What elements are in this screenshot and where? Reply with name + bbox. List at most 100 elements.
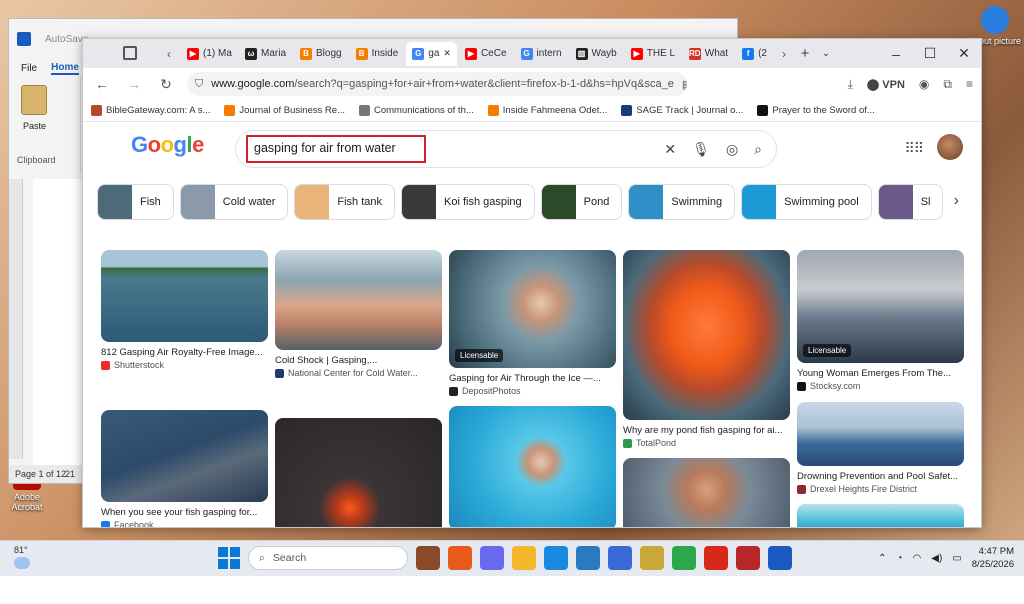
browser-tab[interactable]: f (2: [736, 42, 773, 66]
browser-tab[interactable]: Gintern: [515, 42, 568, 66]
result-thumbnail[interactable]: [101, 250, 268, 342]
downloads-icon[interactable]: ⤓: [848, 77, 853, 92]
result-caption[interactable]: When you see your fish gasping for...: [101, 507, 268, 518]
result-source[interactable]: Drexel Heights Fire District: [797, 484, 964, 494]
site-info-icon[interactable]: ⛉: [195, 78, 203, 91]
image-result[interactable]: When you see your fish gasping for... Fac…: [101, 410, 268, 527]
result-caption[interactable]: Drowning Prevention and Pool Safet...: [797, 471, 964, 482]
search-query[interactable]: gasping for air from water: [246, 135, 426, 163]
network-icon[interactable]: ◔: [896, 553, 902, 564]
lens-icon[interactable]: ◎: [726, 141, 738, 158]
taskbar-app-icon[interactable]: [512, 546, 536, 570]
tab-list-back-icon[interactable]: ‹: [159, 47, 179, 61]
tab-scroll-right-icon[interactable]: ›: [775, 47, 793, 61]
result-caption[interactable]: Cold Shock | Gasping,...: [275, 355, 442, 366]
image-result[interactable]: Licensable Young Woman Emerges From The..…: [797, 250, 964, 391]
address-bar[interactable]: ⛉ www.google.com/search?q=gasping+for+ai…: [187, 72, 687, 96]
result-thumbnail[interactable]: [623, 250, 790, 420]
result-caption[interactable]: 812 Gasping Air Royalty-Free Image...: [101, 347, 268, 358]
browser-tab[interactable]: ω Maria: [239, 42, 292, 66]
result-caption[interactable]: Gasping for Air Through the Ice —...: [449, 373, 616, 384]
taskbar-app-icon[interactable]: [704, 546, 728, 570]
extensions-icon[interactable]: ⧉: [943, 77, 952, 92]
result-source[interactable]: Stocksy.com: [797, 381, 964, 391]
browser-tab[interactable]: B Inside: [350, 42, 405, 66]
search-chip[interactable]: Sl: [877, 184, 944, 220]
result-thumbnail[interactable]: Licensable: [797, 250, 964, 363]
taskbar-app-icon[interactable]: [448, 546, 472, 570]
bookmark-item[interactable]: Communications of th...: [358, 105, 474, 116]
search-chip[interactable]: Fish: [97, 184, 174, 220]
taskbar-app-icon[interactable]: [576, 546, 600, 570]
chevron-right-icon[interactable]: ›: [954, 192, 959, 210]
paste-label[interactable]: Paste: [23, 121, 46, 131]
reload-button[interactable]: ↻: [155, 76, 177, 93]
bookmark-item[interactable]: Inside Fahmeena Odet...: [487, 105, 607, 116]
forward-button[interactable]: →: [123, 76, 145, 92]
new-tab-button[interactable]: +: [795, 45, 815, 62]
result-thumbnail[interactable]: [449, 406, 616, 527]
taskbar-app-icon[interactable]: [736, 546, 760, 570]
clock[interactable]: 4:47 PM 8/25/2026: [972, 545, 1014, 571]
result-source[interactable]: National Center for Cold Water...: [275, 368, 442, 378]
word-tab-home[interactable]: Home: [51, 62, 79, 75]
image-result[interactable]: [275, 418, 442, 527]
result-caption[interactable]: Why are my pond fish gasping for ai...: [623, 425, 790, 436]
back-button[interactable]: ←: [91, 76, 113, 92]
search-box[interactable]: gasping for air from water ✕ 🎙 ◎ ⌕: [235, 130, 777, 168]
apps-grid-icon[interactable]: ⠿⠿: [904, 140, 923, 157]
result-thumbnail[interactable]: [275, 418, 442, 527]
search-chip[interactable]: Swimming: [628, 184, 736, 220]
result-thumbnail[interactable]: [623, 458, 790, 527]
browser-tab[interactable]: ▶ CeCe: [459, 42, 513, 66]
google-logo[interactable]: Google: [131, 132, 204, 158]
volume-icon[interactable]: ◀): [931, 553, 942, 564]
taskbar-app-icon[interactable]: [768, 546, 792, 570]
result-thumbnail[interactable]: Licensable: [449, 250, 616, 368]
image-result[interactable]: [623, 458, 790, 527]
taskbar-app-icon[interactable]: [480, 546, 504, 570]
taskbar-app-icon[interactable]: [416, 546, 440, 570]
reader-view-icon[interactable]: ▤: [682, 78, 687, 91]
bookmark-item[interactable]: Journal of Business Re...: [224, 105, 345, 116]
result-source[interactable]: TotalPond: [623, 438, 790, 448]
result-thumbnail[interactable]: [275, 250, 442, 350]
image-result[interactable]: Licensable Gasping for Air Through the Ic…: [449, 250, 616, 396]
search-chip[interactable]: Pond: [540, 184, 623, 220]
taskbar-app-icon[interactable]: [640, 546, 664, 570]
bookmark-item[interactable]: SAGE Track | Journal o...: [621, 105, 743, 116]
result-thumbnail[interactable]: [101, 410, 268, 502]
sidebar-toggle-icon[interactable]: [123, 46, 137, 60]
search-chip[interactable]: Koi fish gasping: [401, 184, 535, 220]
result-thumbnail[interactable]: [797, 402, 964, 466]
image-result[interactable]: [449, 406, 616, 527]
browser-tab[interactable]: RD What: [683, 42, 734, 66]
taskbar-app-icon[interactable]: [672, 546, 696, 570]
word-tab-file[interactable]: File: [21, 63, 37, 74]
search-chip[interactable]: Swimming pool: [741, 184, 872, 220]
browser-tab[interactable]: B Blogg: [294, 42, 348, 66]
mic-icon[interactable]: 🎙: [692, 141, 710, 158]
taskbar-search[interactable]: ⌕ Search: [248, 546, 408, 570]
vpn-button[interactable]: ⬤ VPN: [867, 78, 905, 91]
maximize-button[interactable]: ☐: [913, 45, 947, 62]
result-thumbnail[interactable]: [797, 504, 964, 527]
search-icon[interactable]: ⌕: [754, 141, 762, 158]
browser-tab[interactable]: Gga ✕: [406, 41, 457, 66]
taskbar-app-icon[interactable]: [608, 546, 632, 570]
bookmark-item[interactable]: BibleGateway.com: A s...: [91, 105, 210, 116]
weather-widget[interactable]: 81°: [14, 545, 30, 569]
result-caption[interactable]: Young Woman Emerges From The...: [797, 368, 964, 379]
tab-list-button[interactable]: ⌄: [817, 48, 835, 59]
browser-tab[interactable]: ▥ Wayb: [570, 42, 623, 66]
avatar[interactable]: [937, 134, 963, 160]
close-window-button[interactable]: ✕: [947, 45, 981, 62]
clear-icon[interactable]: ✕: [664, 141, 676, 158]
image-result[interactable]: Drowning Prevention and Pool Safet... Dre…: [797, 402, 964, 494]
menu-icon[interactable]: ≡: [966, 77, 973, 91]
close-tab-icon[interactable]: ✕: [443, 48, 451, 59]
minimize-button[interactable]: –: [879, 46, 913, 62]
paste-icon[interactable]: [21, 85, 47, 115]
chevron-up-icon[interactable]: ⌃: [878, 553, 886, 564]
word-document-page[interactable]: [33, 179, 83, 469]
